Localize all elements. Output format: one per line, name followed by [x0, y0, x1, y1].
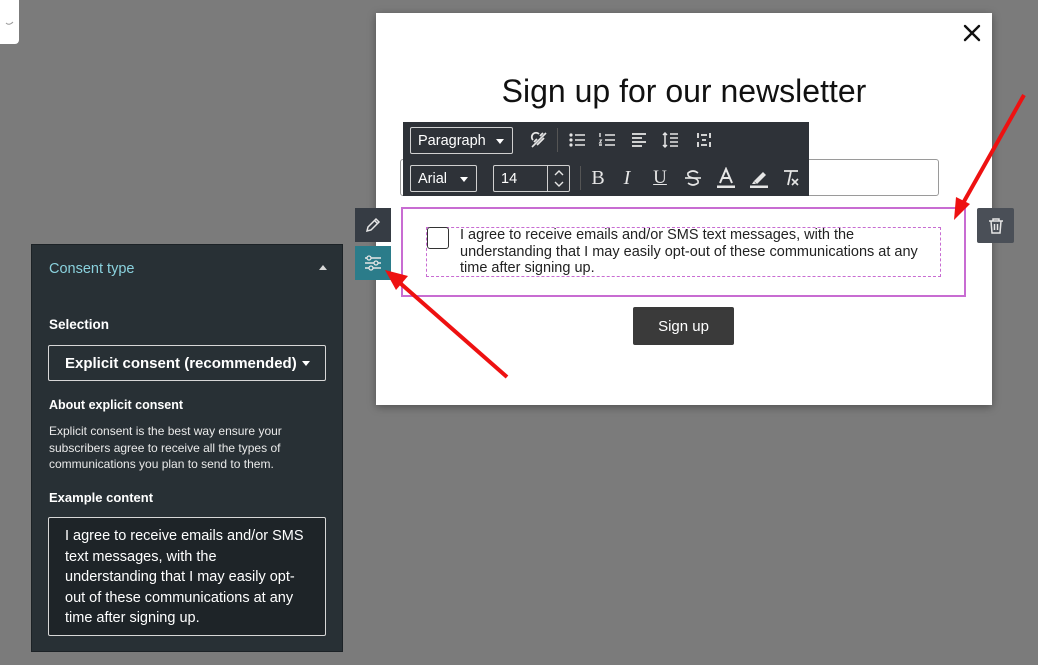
delete-block-button[interactable] — [977, 208, 1014, 243]
example-content-box[interactable]: I agree to receive emails and/or SMS tex… — [48, 517, 326, 636]
selection-label: Selection — [49, 317, 110, 332]
bulleted-list-icon[interactable] — [566, 129, 588, 151]
consent-type-value: Explicit consent (recommended) — [65, 354, 297, 372]
font-family-label: Arial — [418, 170, 448, 187]
unlink-icon[interactable] — [528, 129, 550, 151]
bold-icon[interactable]: B — [587, 167, 609, 189]
numbered-list-icon[interactable] — [596, 129, 618, 151]
close-button[interactable] — [960, 21, 984, 45]
example-label: Example content — [49, 490, 154, 505]
consent-type-select[interactable]: Explicit consent (recommended) — [48, 345, 326, 381]
underline-icon[interactable]: U — [649, 167, 671, 189]
corner-tab[interactable] — [0, 0, 19, 44]
highlight-icon[interactable] — [748, 167, 770, 189]
chevron-up-icon[interactable] — [319, 265, 327, 270]
consent-settings-panel: Consent type Selection Explicit consent … — [31, 244, 343, 652]
toolbar-divider — [580, 166, 581, 190]
block-type-select[interactable]: Paragraph — [410, 127, 513, 154]
toolbar-divider — [557, 128, 558, 152]
trash-icon — [988, 217, 1003, 234]
strikethrough-icon[interactable] — [682, 167, 704, 189]
align-left-icon[interactable] — [628, 129, 650, 151]
chevron-down-icon — [460, 177, 468, 182]
chevron-down-icon — [496, 139, 504, 144]
consent-checkbox[interactable] — [427, 227, 449, 249]
close-icon — [963, 24, 981, 42]
pencil-icon — [365, 217, 381, 233]
popup-title: Sign up for our newsletter — [501, 73, 867, 109]
font-family-select[interactable]: Arial — [410, 165, 477, 192]
signup-button[interactable]: Sign up — [633, 307, 734, 345]
italic-icon[interactable]: I — [616, 167, 638, 189]
consent-text: I agree to receive emails and/or SMS tex… — [460, 227, 918, 276]
block-settings-button[interactable] — [355, 246, 391, 280]
clear-format-icon[interactable] — [780, 167, 802, 189]
font-size-value: 14 — [501, 170, 518, 187]
text-color-icon[interactable] — [715, 167, 737, 189]
chevron-down-icon — [302, 361, 310, 366]
arrow-icon — [5, 21, 13, 25]
font-size-stepper[interactable] — [547, 165, 569, 192]
sliders-icon — [365, 255, 381, 271]
edit-block-button[interactable] — [355, 208, 391, 242]
line-height-icon[interactable] — [659, 129, 681, 151]
section-title: Consent type — [49, 261, 135, 277]
merge-tags-icon[interactable] — [693, 129, 715, 151]
block-type-label: Paragraph — [418, 132, 486, 149]
about-label: About explicit consent — [49, 398, 184, 412]
about-text: Explicit consent is the best way ensure … — [49, 424, 282, 471]
